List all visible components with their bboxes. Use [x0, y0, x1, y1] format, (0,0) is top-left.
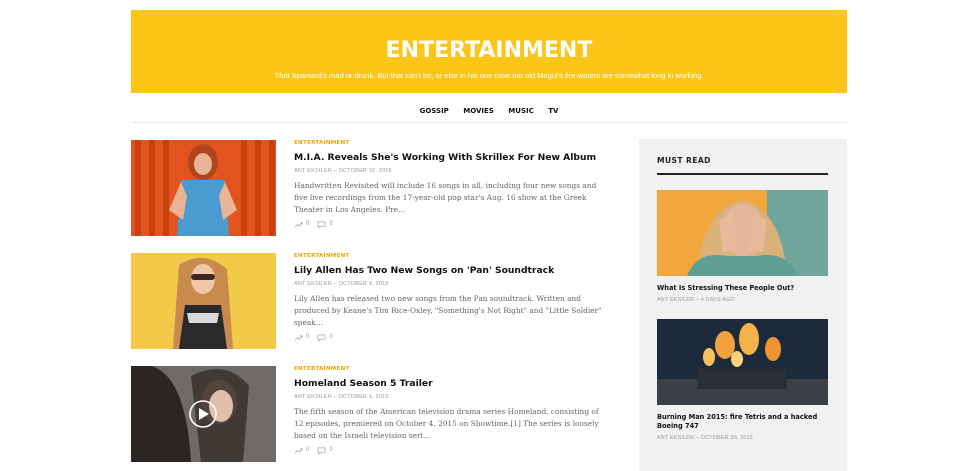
post-author[interactable]: ANT EKSILER [294, 281, 332, 287]
post-stats: 0 0 [294, 221, 604, 228]
comment-count[interactable]: 0 [329, 334, 332, 340]
post-category[interactable]: ENTERTAINMENT [294, 366, 604, 372]
sidebar-post-image[interactable] [657, 319, 828, 405]
nav-item-movies[interactable]: MOVIES [463, 104, 494, 118]
post-author[interactable]: ANT EKSILER [294, 394, 332, 400]
post-excerpt: Lily Allen has released two new songs fr… [294, 294, 602, 328]
page-title: ENTERTAINMENT [385, 38, 593, 63]
comment-count[interactable]: 0 [329, 221, 332, 227]
post-thumbnail[interactable] [131, 366, 276, 462]
post-item: ENTERTAINMENT Lily Allen Has Two New Son… [131, 253, 611, 349]
must-read-sidebar: MUST READ What Is Stressing These People… [639, 139, 847, 471]
post-excerpt: Handwritten Revisited will include 16 so… [294, 181, 597, 215]
nav-item-gossip[interactable]: GOSSIP [420, 104, 449, 118]
post-title[interactable]: Homeland Season 5 Trailer [294, 378, 604, 389]
nav-item-tv[interactable]: TV [548, 104, 558, 118]
post-thumbnail[interactable] [131, 253, 276, 349]
sidebar-post-meta: ANT EKSILER – OCTOBER 30, 2015 [657, 435, 754, 441]
comment-bubble-icon[interactable] [317, 447, 326, 454]
share-count: 0 [306, 447, 310, 454]
post-stats: 0 0 [294, 447, 604, 454]
post-thumbnail[interactable] [131, 140, 276, 236]
nav-item-music[interactable]: MUSIC [508, 104, 533, 118]
sidebar-post: Burning Man 2015: fire Tetris and a hack… [657, 319, 828, 441]
post-date: OCTOBER 6, 2015 [338, 281, 389, 287]
post-date: OCTOBER 30, 2015 [338, 168, 392, 174]
post-author[interactable]: ANT EKSILER [657, 435, 694, 441]
post-date: OCTOBER 6, 2015 [338, 394, 389, 400]
post-category[interactable]: ENTERTAINMENT [294, 140, 604, 146]
share-count: 0 [306, 221, 310, 228]
post-date: OCTOBER 30, 2015 [700, 435, 754, 441]
post-author[interactable]: ANT EKSILER [657, 297, 694, 303]
post-excerpt: The fifth season of the American televis… [294, 407, 599, 441]
comment-count[interactable]: 0 [329, 447, 332, 453]
post-title[interactable]: M.I.A. Reveals She's Working With Skrill… [294, 152, 604, 163]
post-date: 4 DAYS AGO [700, 297, 735, 303]
share-count: 0 [306, 334, 310, 341]
post-item: ENTERTAINMENT Homeland Season 5 Trailer … [131, 366, 611, 462]
comment-bubble-icon[interactable] [317, 334, 326, 341]
post-byline: ANT EKSILER – OCTOBER 6, 2015 [294, 281, 389, 287]
trend-arrow-icon [294, 221, 303, 228]
sidebar-post-image[interactable] [657, 190, 828, 276]
post-byline: ANT EKSILER – OCTOBER 30, 2015 [294, 168, 392, 174]
trend-arrow-icon [294, 447, 303, 454]
post-category[interactable]: ENTERTAINMENT [294, 253, 604, 259]
sidebar-post-title[interactable]: Burning Man 2015: fire Tetris and a hack… [657, 413, 828, 431]
sidebar-post-title[interactable]: What Is Stressing These People Out? [657, 284, 828, 293]
sidebar-post: What Is Stressing These People Out? ANT … [657, 190, 828, 303]
sidebar-post-meta: ANT EKSILER – 4 DAYS AGO [657, 297, 735, 303]
post-author[interactable]: ANT EKSILER [294, 168, 332, 174]
post-title[interactable]: Lily Allen Has Two New Songs on 'Pan' So… [294, 265, 604, 276]
post-byline: ANT EKSILER – OCTOBER 6, 2015 [294, 394, 389, 400]
trend-arrow-icon [294, 334, 303, 341]
post-stats: 0 0 [294, 334, 604, 341]
sidebar-heading: MUST READ [657, 156, 828, 175]
comment-bubble-icon[interactable] [317, 221, 326, 228]
category-hero-banner: ENTERTAINMENT That Spaniard's mad or dru… [131, 10, 847, 93]
hero-subtitle: That Spaniard's mad or drunk. But that c… [274, 71, 704, 80]
post-item: ENTERTAINMENT M.I.A. Reveals She's Worki… [131, 140, 611, 236]
subcategory-nav: GOSSIP MOVIES MUSIC TV [131, 100, 847, 123]
